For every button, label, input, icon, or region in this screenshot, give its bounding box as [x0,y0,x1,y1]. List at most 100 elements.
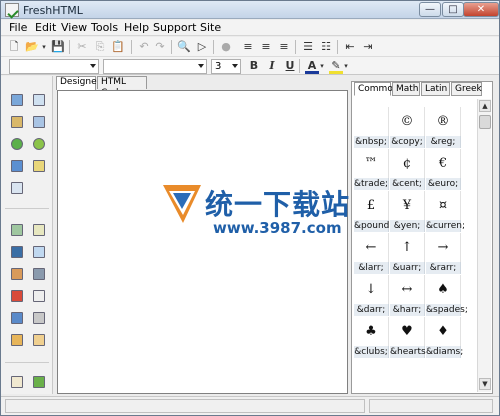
character-glyph[interactable]: © [390,107,425,136]
character-glyph[interactable]: ¥ [390,191,425,220]
frame-icon[interactable] [33,116,45,128]
indent-icon[interactable]: ⇥ [361,40,375,54]
textbox-icon[interactable] [11,224,23,236]
scroll-down-icon[interactable]: ▼ [479,378,491,390]
align-center-icon[interactable]: ≡ [259,40,273,54]
hidden-field-icon[interactable] [11,312,23,324]
character-glyph[interactable]: € [426,149,461,178]
save-icon[interactable]: 💾 [51,40,65,54]
character-entity-label[interactable]: &euro; [426,178,461,190]
font-color-dropdown-icon[interactable]: ▾ [319,59,325,73]
character-entity-label[interactable]: &larr; [354,262,389,274]
image-button-icon[interactable] [11,268,23,280]
character-glyph[interactable]: ↓ [354,275,389,304]
character-entity-label[interactable]: &yen; [390,220,425,232]
character-glyph[interactable]: ♠ [426,275,461,304]
maximize-button[interactable]: □ [442,2,464,17]
character-entity-label[interactable]: &hearts; [390,346,429,358]
highlight-dropdown-icon[interactable]: ▾ [343,59,349,73]
character-entity-label[interactable]: &diams; [426,346,463,358]
label-icon[interactable] [11,334,23,346]
character-glyph[interactable]: ♦ [426,317,461,346]
character-glyph[interactable]: ↔ [390,275,425,304]
character-glyph[interactable]: ← [354,233,389,262]
script-icon[interactable] [11,182,23,194]
find-icon[interactable]: 🔍 [177,40,191,54]
flash-icon[interactable] [11,138,23,150]
fieldset-icon[interactable] [33,334,45,346]
character-entity-label[interactable]: &nbsp; [354,136,389,148]
character-entity-label[interactable]: &clubs; [354,346,389,358]
character-entity-label[interactable]: &pound; [354,220,392,232]
spellcheck-icon[interactable]: ● [219,40,233,54]
table-icon[interactable] [33,94,45,106]
tab-greek[interactable]: Greek [451,82,482,96]
character-entity-label[interactable]: &trade; [354,178,389,190]
cut-icon[interactable]: ✂ [75,40,89,54]
new-document-icon[interactable]: 🗋 [7,40,21,54]
character-glyph[interactable]: ¢ [390,149,425,178]
font-size-select[interactable]: 3 [211,59,241,74]
unordered-list-icon[interactable]: ☷ [319,40,333,54]
ordered-list-icon[interactable]: ☰ [301,40,315,54]
menu-help[interactable]: Help [122,21,151,34]
character-entity-label[interactable]: &reg; [426,136,461,148]
character-glyph[interactable]: ♥ [390,317,425,346]
character-entity-label[interactable]: &spades; [426,304,468,316]
bgsound-icon[interactable] [33,138,45,150]
image-icon[interactable] [11,94,23,106]
character-entity-label[interactable]: &darr; [354,304,389,316]
character-entity-label[interactable]: &cent; [390,178,425,190]
paste-icon[interactable]: 📋 [111,40,125,54]
paragraph-style-select[interactable] [9,59,99,74]
italic-button[interactable]: I [265,59,279,73]
tab-common[interactable]: Common [354,82,399,96]
file-upload-icon[interactable] [11,290,23,302]
align-left-icon[interactable]: ≡ [241,40,255,54]
anchor-icon[interactable] [11,160,23,172]
character-glyph[interactable] [354,107,389,136]
undo-icon[interactable]: ↶ [137,40,151,54]
minimize-button[interactable]: — [419,2,441,17]
font-color-button[interactable]: A [305,59,319,74]
button-icon[interactable] [11,246,23,258]
character-glyph[interactable]: ™ [354,149,389,178]
tab-math[interactable]: Math [392,82,420,96]
close-button[interactable]: ✕ [463,2,499,17]
character-glyph[interactable]: ♣ [354,317,389,346]
preview-icon[interactable]: ▷ [195,40,209,54]
redo-icon[interactable]: ↷ [153,40,167,54]
character-glyph[interactable]: → [426,233,461,262]
scroll-up-icon[interactable]: ▲ [479,100,491,112]
character-scrollbar[interactable]: ▲ ▼ [477,99,491,392]
menu-file[interactable]: File [7,21,29,34]
outdent-icon[interactable]: ⇤ [343,40,357,54]
character-glyph[interactable]: ® [426,107,461,136]
character-entity-label[interactable]: &curren; [426,220,465,232]
open-dropdown-icon[interactable]: ▾ [41,40,47,54]
copy-icon[interactable]: ⎘ [93,40,107,54]
character-glyph[interactable]: ¤ [426,191,461,220]
font-family-select[interactable] [103,59,207,74]
highlight-icon[interactable]: ✎ [329,59,343,74]
textarea-icon[interactable] [33,224,45,236]
character-glyph[interactable]: £ [354,191,389,220]
bold-button[interactable]: B [247,59,261,73]
listbox-icon[interactable] [33,246,45,258]
menu-edit[interactable]: Edit [33,21,58,34]
open-folder-icon[interactable]: 📂 [25,40,39,54]
select-icon[interactable] [33,312,45,324]
page-properties-icon[interactable] [11,376,23,388]
designer-canvas[interactable] [57,90,348,394]
character-entity-label[interactable]: &copy; [390,136,425,148]
checkbox-icon[interactable] [33,268,45,280]
tab-designer[interactable]: Designer [56,76,100,90]
menu-view[interactable]: View [59,21,89,34]
character-entity-label[interactable]: &harr; [390,304,425,316]
form-icon[interactable] [11,116,23,128]
tab-html-code[interactable]: HTML Code [97,76,147,98]
spreadsheet-icon[interactable] [33,376,45,388]
radio-icon[interactable] [33,290,45,302]
edit-note-icon[interactable] [33,160,45,172]
underline-button[interactable]: U [283,59,297,73]
